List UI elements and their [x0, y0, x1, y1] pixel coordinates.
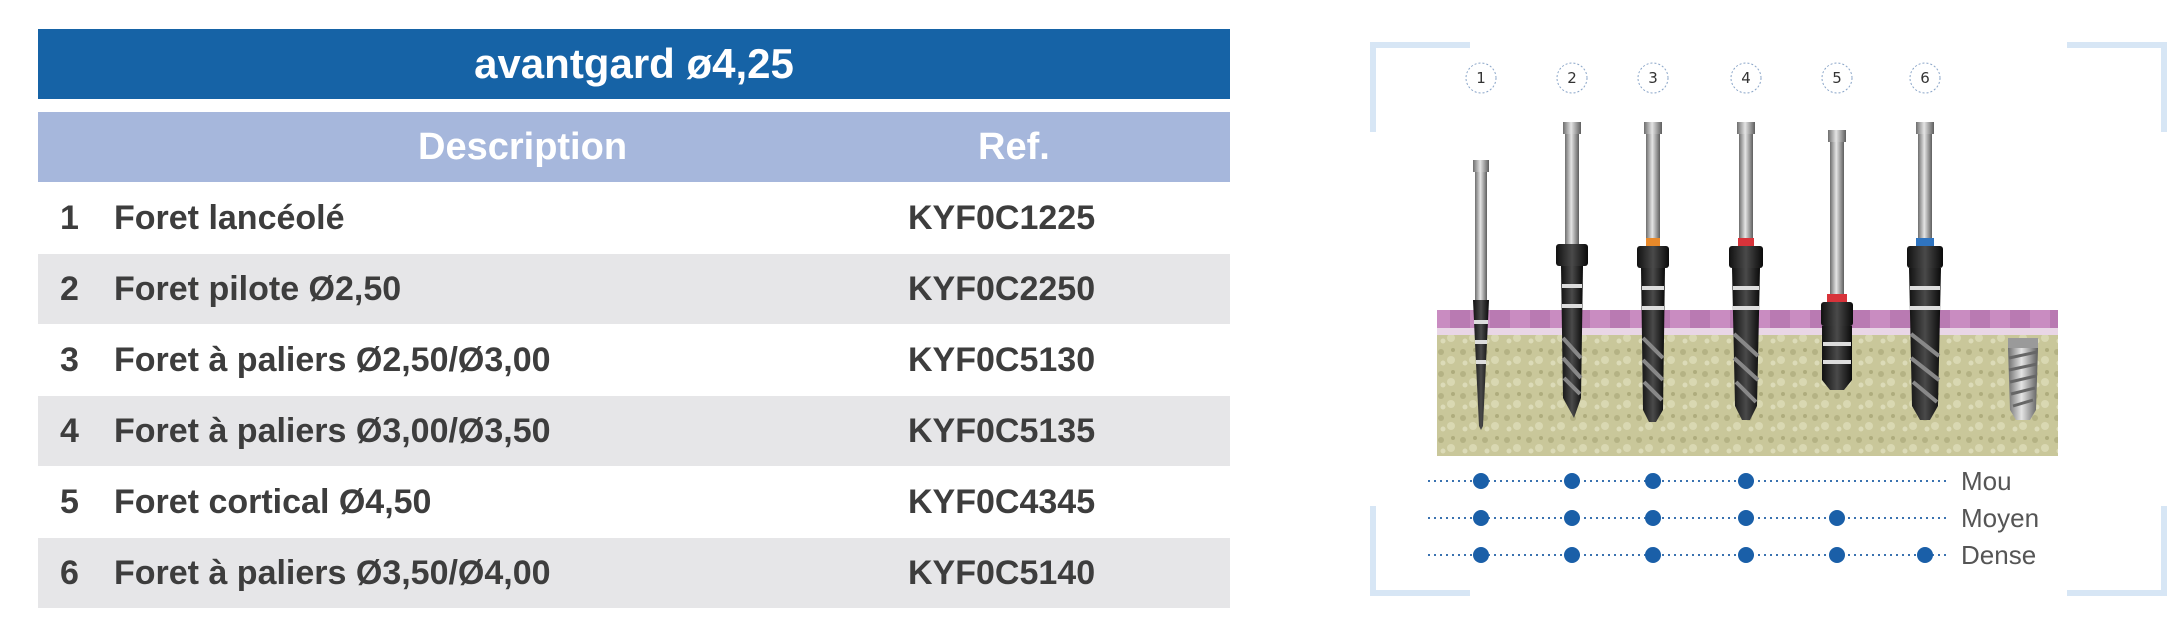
table-row: 6 Foret à paliers Ø3,50/Ø4,00 KYF0C5140	[38, 538, 1230, 608]
row-number: 6	[60, 554, 79, 592]
density-label-mou: Mou	[1961, 466, 2012, 496]
table-title: avantgard ø4,25	[38, 29, 1230, 99]
row-number: 3	[60, 341, 79, 379]
row-ref: KYF0C4345	[908, 483, 1096, 521]
table-row: 4 Foret à paliers Ø3,00/Ø3,50 KYF0C5135	[38, 396, 1230, 466]
bone-density-legend: Mou Moyen Dense	[1428, 466, 2039, 570]
header-ref: Ref.	[978, 126, 1050, 168]
row-description: Foret à paliers Ø2,50/Ø3,00	[114, 341, 551, 379]
drill-numbers: 1 2 3 4 5 6	[1465, 62, 1941, 94]
row-number: 1	[60, 199, 79, 237]
row-number: 5	[60, 483, 79, 521]
drill-number-6: 6	[1920, 69, 1930, 87]
density-label-moyen: Moyen	[1961, 503, 2039, 533]
row-description: Foret pilote Ø2,50	[114, 270, 402, 308]
row-description: Foret lancéolé	[114, 199, 345, 237]
row-description: Foret à paliers Ø3,00/Ø3,50	[114, 412, 551, 450]
row-ref: KYF0C2250	[908, 270, 1096, 308]
table-row: 1 Foret lancéolé KYF0C1225	[38, 183, 1230, 253]
drill-number-5: 5	[1832, 69, 1842, 87]
row-ref: KYF0C1225	[908, 199, 1096, 237]
drill-sequence-figure: 1 2 3 4 5 6 Mou Moyen Dense	[1370, 42, 2167, 596]
table-row: 5 Foret cortical Ø4,50 KYF0C4345	[38, 467, 1230, 537]
header-description: Description	[418, 126, 628, 168]
row-ref: KYF0C5130	[908, 341, 1096, 379]
table-row: 2 Foret pilote Ø2,50 KYF0C2250	[38, 254, 1230, 324]
implant	[2008, 338, 2038, 420]
density-label-dense: Dense	[1961, 540, 2036, 570]
table-header: Description Ref.	[38, 112, 1230, 182]
drill-number-2: 2	[1567, 69, 1577, 87]
row-ref: KYF0C5135	[908, 412, 1096, 450]
row-ref: KYF0C5140	[908, 554, 1096, 592]
drill-number-3: 3	[1648, 69, 1658, 87]
row-number: 4	[60, 412, 79, 450]
drill-number-4: 4	[1741, 69, 1751, 87]
row-description: Foret cortical Ø4,50	[114, 483, 432, 521]
drill-5-cortical	[1821, 130, 1853, 390]
drill-6-stepped	[1907, 122, 1943, 420]
table-row: 3 Foret à paliers Ø2,50/Ø3,00 KYF0C5130	[38, 325, 1230, 395]
row-description: Foret à paliers Ø3,50/Ø4,00	[114, 554, 551, 592]
drill-number-1: 1	[1476, 69, 1486, 87]
row-number: 2	[60, 270, 79, 308]
table-body: 1 Foret lancéolé KYF0C1225 2 Foret pilot…	[38, 183, 1230, 608]
drill-table: avantgard ø4,25 Description Ref. 1 Foret…	[38, 29, 1230, 609]
